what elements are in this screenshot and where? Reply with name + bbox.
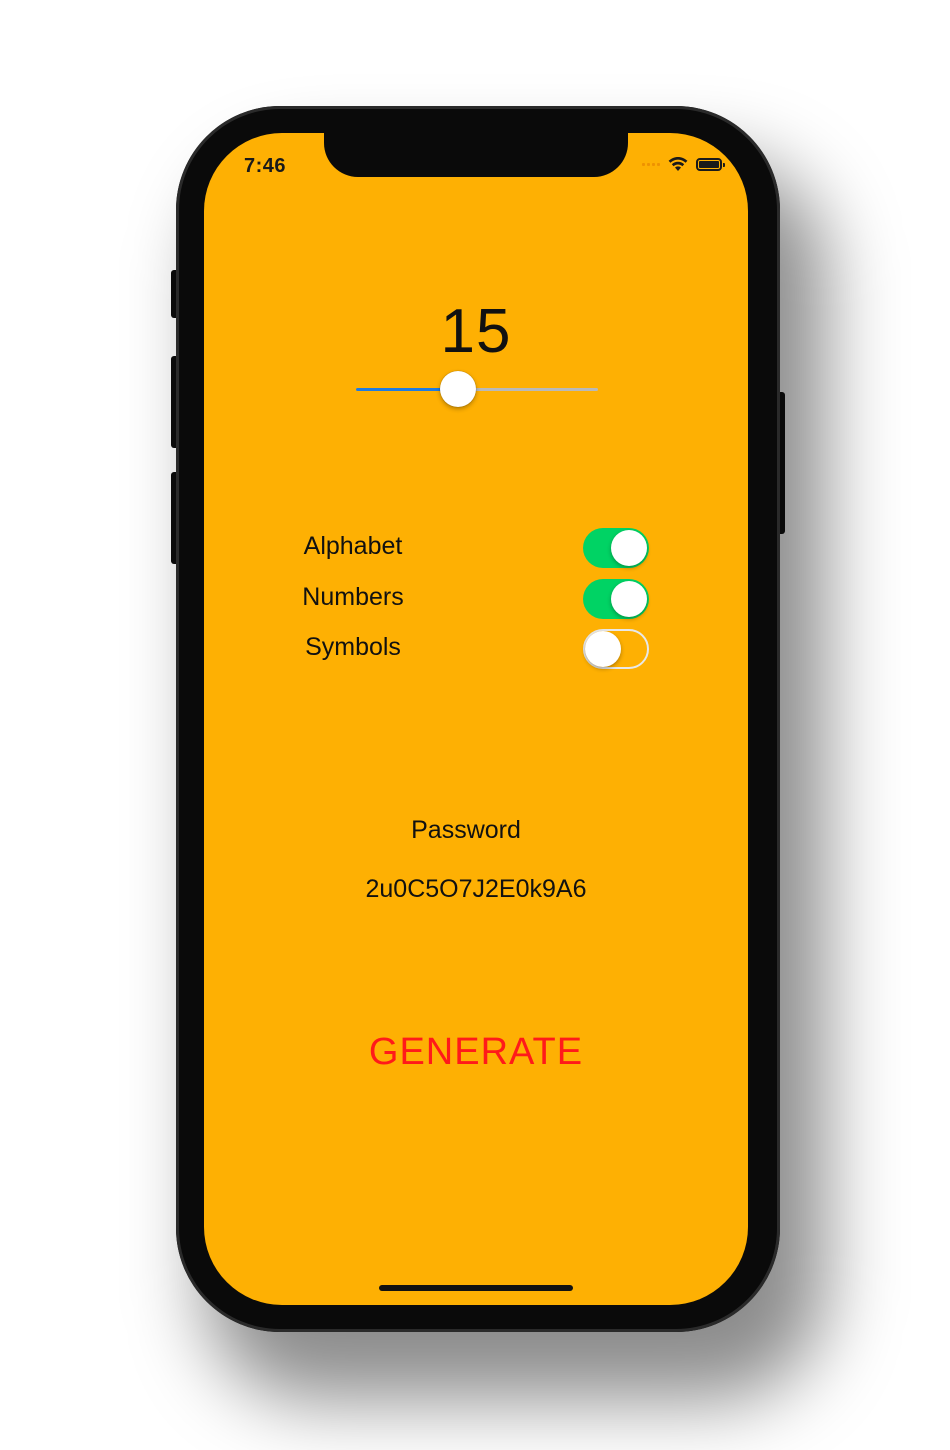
- option-row-alphabet: Alphabet: [204, 528, 748, 568]
- toggle-knob: [585, 631, 621, 667]
- signal-icon: [642, 163, 660, 166]
- password-length-value: 15: [440, 297, 512, 366]
- home-indicator: [379, 1285, 573, 1291]
- status-icons: [642, 157, 725, 172]
- symbols-toggle[interactable]: [583, 629, 649, 669]
- password-value: 2u0C5O7J2E0k9A6: [365, 875, 587, 903]
- battery-icon: [696, 158, 725, 171]
- notch: [324, 133, 628, 177]
- slider-thumb[interactable]: [440, 371, 476, 407]
- toggle-knob: [611, 581, 647, 617]
- option-row-numbers: Numbers: [204, 579, 748, 619]
- generate-button[interactable]: GENERATE: [326, 1031, 626, 1074]
- status-time: 7:46: [244, 155, 287, 177]
- length-slider[interactable]: [356, 371, 598, 407]
- option-label-numbers: Numbers: [302, 583, 404, 611]
- option-row-symbols: Symbols: [204, 629, 748, 669]
- numbers-toggle[interactable]: [583, 579, 649, 619]
- wifi-icon: [668, 157, 688, 171]
- toggle-knob: [611, 530, 647, 566]
- option-label-alphabet: Alphabet: [303, 532, 403, 560]
- option-label-symbols: Symbols: [305, 633, 401, 661]
- password-label: Password: [411, 816, 521, 844]
- alphabet-toggle[interactable]: [583, 528, 649, 568]
- stage: 7:46 15 Alphabet Numbers Symbols Passwor…: [0, 0, 950, 1450]
- app-screen: 7:46 15 Alphabet Numbers Symbols Passwor…: [204, 133, 748, 1305]
